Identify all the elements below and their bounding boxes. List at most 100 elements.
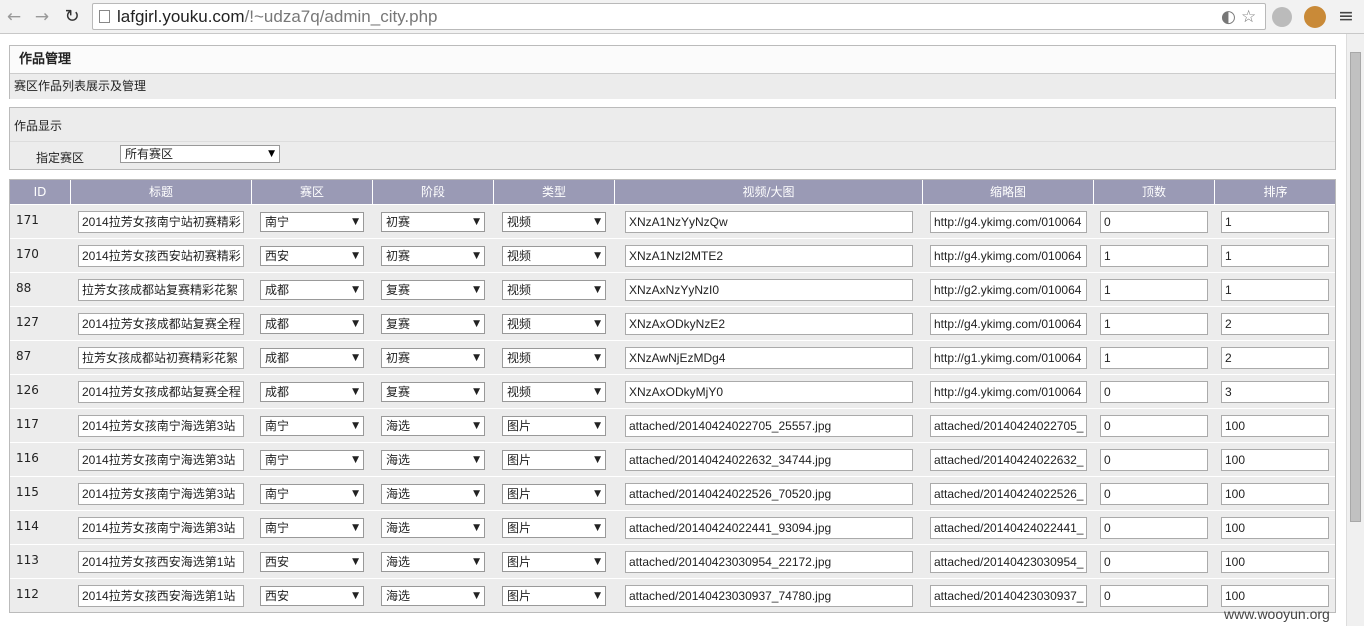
thumb-input[interactable]: attached/20140424022441_ (930, 517, 1087, 539)
address-bar[interactable]: lafgirl.youku.com/!~udza7q/admin_city.ph… (92, 3, 1266, 30)
thumb-input[interactable]: attached/20140423030954_ (930, 551, 1087, 573)
stage-select[interactable]: 海选 ▼ (381, 416, 485, 436)
region-select[interactable]: 西安 ▼ (260, 586, 364, 606)
type-select[interactable]: 图片 ▼ (502, 484, 606, 504)
media-input[interactable]: XNzA1NzI2MTE2 (625, 245, 913, 267)
region-select[interactable]: 成都 ▼ (260, 280, 364, 300)
title-input[interactable]: 2014拉芳女孩南宁海选第3站 (78, 449, 244, 471)
order-input[interactable]: 1 (1221, 211, 1329, 233)
stage-select[interactable]: 复赛 ▼ (381, 280, 485, 300)
thumb-input[interactable]: attached/20140424022526_ (930, 483, 1087, 505)
stage-select[interactable]: 初赛 ▼ (381, 348, 485, 368)
type-select[interactable]: 视频 ▼ (502, 246, 606, 266)
reload-icon[interactable]: ↻ (61, 6, 83, 28)
votes-input[interactable]: 0 (1100, 551, 1208, 573)
order-input[interactable]: 100 (1221, 483, 1329, 505)
type-select[interactable]: 图片 ▼ (502, 450, 606, 470)
title-input[interactable]: 2014拉芳女孩西安海选第1站 (78, 551, 244, 573)
votes-input[interactable]: 1 (1100, 279, 1208, 301)
stage-select[interactable]: 海选 ▼ (381, 484, 485, 504)
type-select[interactable]: 图片 ▼ (502, 416, 606, 436)
media-input[interactable]: XNzA1NzYyNzQw (625, 211, 913, 233)
stage-select[interactable]: 海选 ▼ (381, 518, 485, 538)
region-select[interactable]: 西安 ▼ (260, 246, 364, 266)
order-input[interactable]: 100 (1221, 517, 1329, 539)
region-select[interactable]: 西安 ▼ (260, 552, 364, 572)
thumb-input[interactable]: http://g4.ykimg.com/010064 (930, 381, 1087, 403)
title-input[interactable]: 2014拉芳女孩南宁海选第3站 (78, 483, 244, 505)
stage-select[interactable]: 初赛 ▼ (381, 212, 485, 232)
stage-select[interactable]: 海选 ▼ (381, 552, 485, 572)
region-select[interactable]: 成都 ▼ (260, 348, 364, 368)
scrollbar-thumb[interactable] (1350, 52, 1361, 522)
region-select[interactable]: 南宁 ▼ (260, 484, 364, 504)
region-select[interactable]: 南宁 ▼ (260, 212, 364, 232)
thumb-input[interactable]: attached/20140424022705_ (930, 415, 1087, 437)
media-input[interactable]: attached/20140423030954_22172.jpg (625, 551, 913, 573)
region-select[interactable]: 南宁 ▼ (260, 450, 364, 470)
type-select[interactable]: 视频 ▼ (502, 348, 606, 368)
order-input[interactable]: 100 (1221, 415, 1329, 437)
thumb-input[interactable]: attached/20140423030937_ (930, 585, 1087, 607)
vertical-scrollbar[interactable] (1346, 34, 1364, 626)
votes-input[interactable]: 1 (1100, 313, 1208, 335)
region-select[interactable]: 成都 ▼ (260, 314, 364, 334)
title-input[interactable]: 2014拉芳女孩西安站初赛精彩 (78, 245, 244, 267)
media-input[interactable]: attached/20140424022632_34744.jpg (625, 449, 913, 471)
order-input[interactable]: 100 (1221, 551, 1329, 573)
thumb-input[interactable]: http://g2.ykimg.com/010064 (930, 279, 1087, 301)
title-input[interactable]: 2014拉芳女孩南宁站初赛精彩 (78, 211, 244, 233)
type-select[interactable]: 图片 ▼ (502, 552, 606, 572)
votes-input[interactable]: 1 (1100, 347, 1208, 369)
order-input[interactable]: 1 (1221, 245, 1329, 267)
media-input[interactable]: attached/20140424022705_25557.jpg (625, 415, 913, 437)
title-input[interactable]: 2014拉芳女孩南宁海选第3站 (78, 517, 244, 539)
stage-select[interactable]: 复赛 ▼ (381, 314, 485, 334)
region-select[interactable]: 成都 ▼ (260, 382, 364, 402)
type-select[interactable]: 视频 ▼ (502, 382, 606, 402)
order-input[interactable]: 2 (1221, 313, 1329, 335)
compat-icon[interactable]: ◐ (1221, 7, 1236, 27)
title-input[interactable]: 2014拉芳女孩西安海选第1站 (78, 585, 244, 607)
order-input[interactable]: 2 (1221, 347, 1329, 369)
type-select[interactable]: 图片 ▼ (502, 518, 606, 538)
thumb-input[interactable]: http://g4.ykimg.com/010064 (930, 211, 1087, 233)
media-input[interactable]: XNzAwNjEzMDg4 (625, 347, 913, 369)
type-select[interactable]: 视频 ▼ (502, 212, 606, 232)
media-input[interactable]: attached/20140424022526_70520.jpg (625, 483, 913, 505)
order-input[interactable]: 3 (1221, 381, 1329, 403)
title-input[interactable]: 2014拉芳女孩成都站复赛全程 (78, 381, 244, 403)
stage-select[interactable]: 初赛 ▼ (381, 246, 485, 266)
type-select[interactable]: 视频 ▼ (502, 314, 606, 334)
region-select[interactable]: 南宁 ▼ (260, 416, 364, 436)
bookmark-star-icon[interactable]: ☆ (1241, 7, 1256, 27)
thumb-input[interactable]: http://g1.ykimg.com/010064 (930, 347, 1087, 369)
thumb-input[interactable]: http://g4.ykimg.com/010064 (930, 245, 1087, 267)
votes-input[interactable]: 0 (1100, 483, 1208, 505)
title-input[interactable]: 2014拉芳女孩南宁海选第3站 (78, 415, 244, 437)
votes-input[interactable]: 0 (1100, 211, 1208, 233)
url-text[interactable]: lafgirl.youku.com/!~udza7q/admin_city.ph… (117, 7, 438, 27)
region-select[interactable]: 南宁 ▼ (260, 518, 364, 538)
extension-cookie-icon[interactable] (1304, 6, 1326, 28)
title-input[interactable]: 拉芳女孩成都站复赛精彩花絮 (78, 279, 244, 301)
extension-globe-icon[interactable] (1272, 7, 1292, 27)
type-select[interactable]: 图片 ▼ (502, 586, 606, 606)
order-input[interactable]: 1 (1221, 279, 1329, 301)
media-input[interactable]: attached/20140423030937_74780.jpg (625, 585, 913, 607)
region-select[interactable]: 所有赛区 ▼ (120, 145, 280, 163)
order-input[interactable]: 100 (1221, 449, 1329, 471)
media-input[interactable]: XNzAxODkyNzE2 (625, 313, 913, 335)
browser-menu-icon[interactable]: ≡ (1338, 5, 1354, 27)
votes-input[interactable]: 0 (1100, 449, 1208, 471)
thumb-input[interactable]: attached/20140424022632_ (930, 449, 1087, 471)
thumb-input[interactable]: http://g4.ykimg.com/010064 (930, 313, 1087, 335)
votes-input[interactable]: 1 (1100, 245, 1208, 267)
order-input[interactable]: 100 (1221, 585, 1329, 607)
votes-input[interactable]: 0 (1100, 415, 1208, 437)
forward-arrow-icon[interactable]: → (31, 6, 53, 28)
back-arrow-icon[interactable]: ← (3, 6, 25, 28)
votes-input[interactable]: 0 (1100, 381, 1208, 403)
title-input[interactable]: 2014拉芳女孩成都站复赛全程 (78, 313, 244, 335)
media-input[interactable]: attached/20140424022441_93094.jpg (625, 517, 913, 539)
